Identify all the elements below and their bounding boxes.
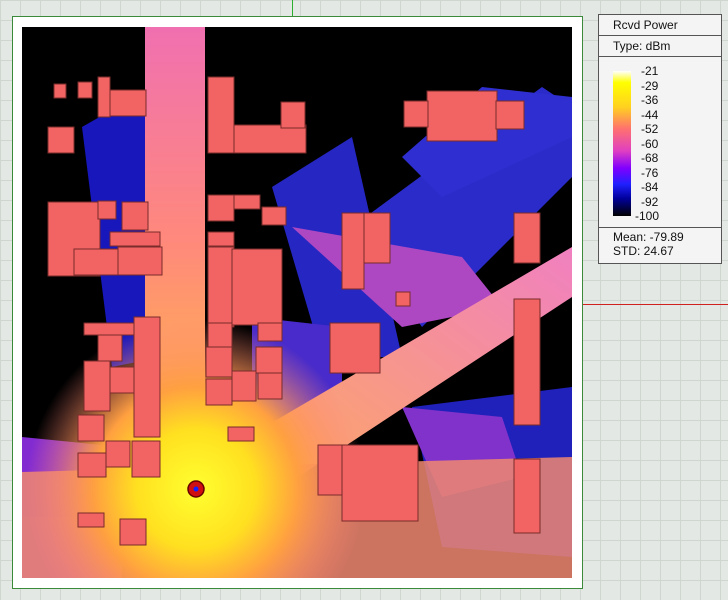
x-axis-line [582, 304, 728, 305]
scale-tick-label: -60 [641, 136, 659, 151]
scale-tick-label: -68 [641, 151, 659, 165]
scale-tick-label: -36 [641, 93, 659, 107]
std-value: STD: 24.67 [613, 244, 674, 258]
legend-title: Rcvd Power [599, 15, 721, 36]
transmitter-center [193, 486, 199, 492]
scale-tick-label: -100 [635, 209, 660, 223]
legend-stats: Mean: -79.89 STD: 24.67 [599, 227, 721, 258]
color-scale-bar [613, 71, 631, 216]
legend-type: Type: dBm [599, 36, 721, 57]
scale-tick-label: -52 [641, 122, 659, 136]
coverage-map[interactable] [22, 27, 572, 578]
scale-tick-label: -29 [641, 78, 659, 93]
scale-tick-label: -21 [641, 64, 659, 78]
scale-tick-label: -44 [641, 107, 659, 122]
scale-tick-label: -84 [641, 180, 659, 194]
legend-panel: Rcvd Power Type: dBm -21 -29 -36 -44 -52 -60-… [598, 14, 722, 264]
scale-tick-label: -92 [641, 194, 659, 209]
scale-tick-label: -76 [641, 165, 659, 180]
mean-value: Mean: -79.89 [613, 230, 684, 244]
y-axis-line [292, 0, 293, 16]
signal-hotspot [26, 319, 366, 578]
